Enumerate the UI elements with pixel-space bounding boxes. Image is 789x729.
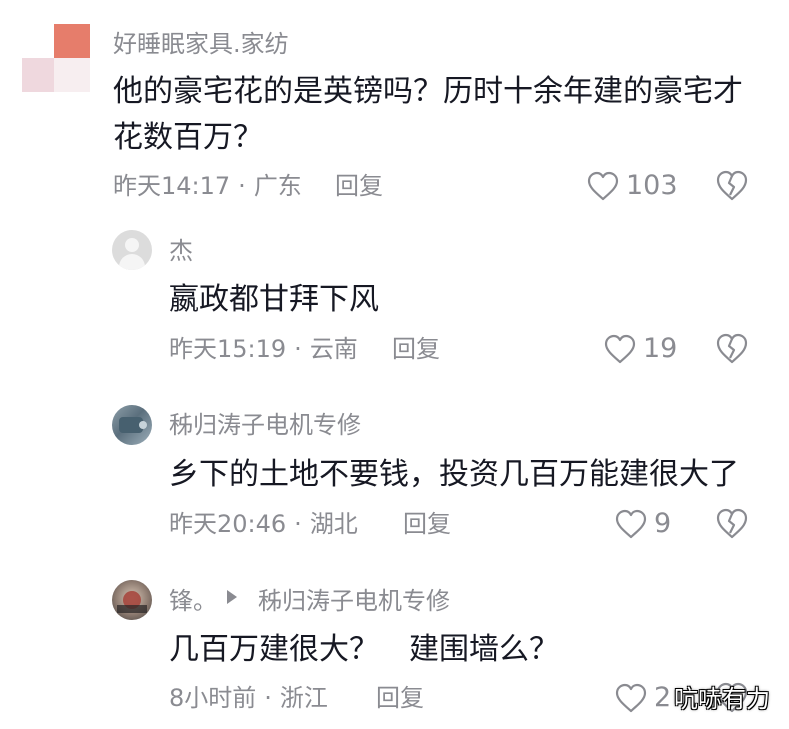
reply-button[interactable]: 回复 [376,684,424,712]
broken-heart-icon[interactable] [716,508,748,540]
comment-meta: 8小时前 · 浙江 [169,684,328,712]
comment-time: 8小时前 [169,684,257,712]
comment-location: 云南 [309,335,358,363]
heart-outline-icon [587,171,619,201]
username[interactable]: 好睡眠家具.家纺 [113,30,289,58]
username[interactable]: 锋。 [169,587,217,615]
like-count: 103 [626,170,678,201]
comment-time: 昨天20:46 [169,510,287,538]
avatar-color-block [22,58,54,92]
reply-button[interactable]: 回复 [392,335,440,363]
comment-time: 昨天14:17 [113,172,231,200]
avatar[interactable] [22,24,90,92]
comment-text: 几百万建很大？ 建围墙么？ [169,632,559,667]
like-button[interactable]: 9 [614,508,671,540]
reply-button[interactable]: 回复 [335,172,383,200]
heart-outline-icon [615,509,647,539]
meta-separator: · [238,172,246,200]
heart-outline-icon [615,683,647,713]
comment-text: 嬴政都甘拜下风 [169,282,379,317]
comment-location: 广东 [253,172,302,200]
like-button[interactable]: 103 [586,170,678,202]
comment-location: 湖北 [309,510,358,538]
broken-heart-icon[interactable] [716,170,748,202]
meta-separator: · [264,684,272,712]
feng-avatar-shape [117,605,147,613]
watermark: 吭哧有力 [674,685,770,713]
meta-separator: · [294,335,302,363]
avatar[interactable] [112,230,152,270]
like-count: 19 [643,333,678,364]
right-triangle-icon [227,590,237,604]
like-count: 2 [654,682,672,713]
like-count: 9 [654,508,672,539]
motor-avatar-shape [139,421,147,429]
comment-time: 昨天15:19 [169,335,287,363]
comment-text: 乡下的土地不要钱，投资几百万能建很大了 [169,457,739,492]
avatar-color-block [54,58,90,92]
reply-button[interactable]: 回复 [403,510,451,538]
broken-heart-icon[interactable] [716,333,748,365]
comment-meta: 昨天20:46 · 湖北 [169,510,358,538]
reply-target-username[interactable]: 秭归涛子电机专修 [258,587,450,615]
like-button[interactable]: 2 [614,682,671,714]
comment-thread: 好睡眠家具.家纺 他的豪宅花的是英镑吗？历时十余年建的豪宅才花数百万？ 昨天14… [0,0,789,729]
username[interactable]: 秭归涛子电机专修 [169,411,361,439]
comment-location: 浙江 [279,684,328,712]
avatar-color-block [54,24,90,58]
heart-outline-icon [604,334,636,364]
comment-text: 他的豪宅花的是英镑吗？历时十余年建的豪宅才花数百万？ [113,74,743,155]
default-avatar-body [119,254,145,270]
default-avatar-head [125,238,139,252]
comment-meta: 昨天15:19 · 云南 [169,335,358,363]
avatar[interactable] [112,405,152,445]
comment-meta: 昨天14:17 · 广东 [113,172,302,200]
avatar[interactable] [112,580,152,620]
like-button[interactable]: 19 [603,333,677,365]
meta-separator: · [294,510,302,538]
username[interactable]: 杰 [169,237,193,265]
